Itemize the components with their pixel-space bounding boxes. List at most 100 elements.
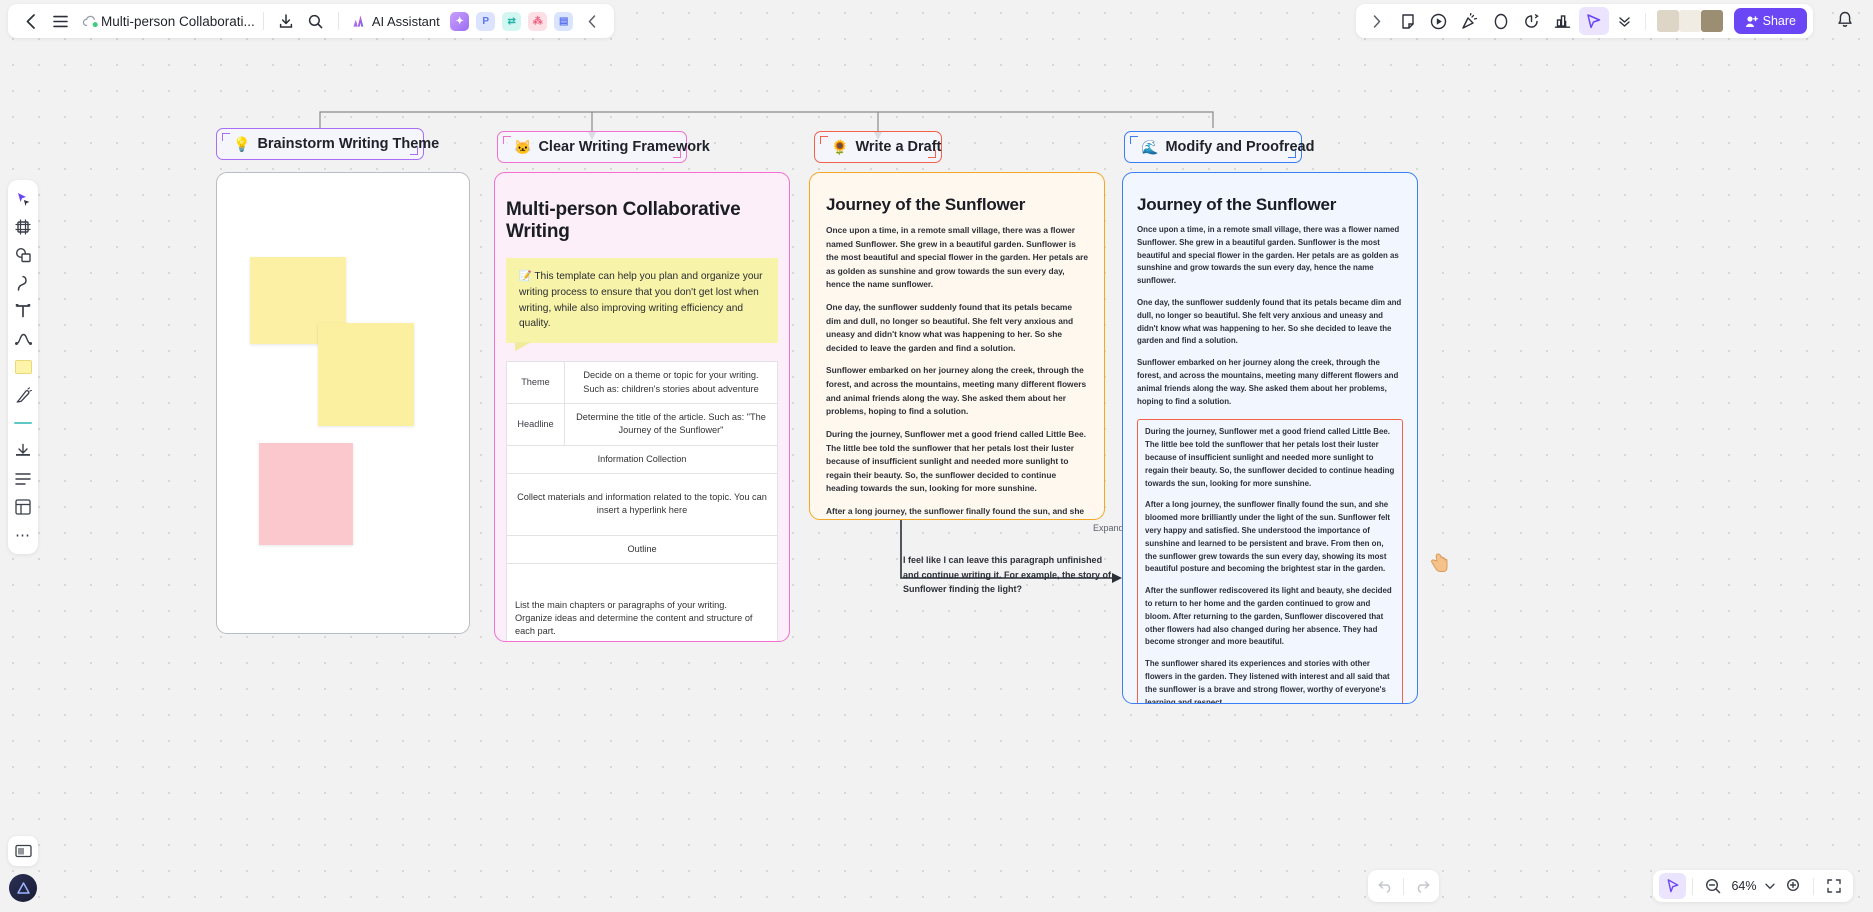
draft-document[interactable]: Journey of the Sunflower Once upon a tim…	[809, 172, 1105, 520]
fullscreen-button[interactable]	[1820, 873, 1847, 899]
proofread-document[interactable]: Journey of the Sunflower Once upon a tim…	[1122, 172, 1418, 704]
cat-emoji-icon: 🐱	[514, 138, 532, 155]
user-avatar[interactable]	[9, 874, 37, 902]
more-tools-chevron[interactable]	[1610, 7, 1640, 35]
vote-chart-tool[interactable]	[1548, 7, 1578, 35]
top-toolbar-left: Multi-person Collaborati... AI Assistant…	[8, 4, 614, 38]
article-paragraph: After the sunflower rediscovered its lig…	[1145, 586, 1392, 647]
pen-tool[interactable]	[10, 270, 36, 296]
zoom-dropdown-button[interactable]	[1762, 873, 1778, 899]
table-cell-value[interactable]: Decide on a theme or topic for your writ…	[564, 361, 778, 404]
wave-emoji-icon: 🌊	[1141, 138, 1159, 155]
writing-framework-table[interactable]: Theme Decide on a theme or topic for you…	[506, 361, 778, 641]
article-paragraph[interactable]: Sunflower embarked on her journey along …	[1137, 357, 1403, 408]
table-row[interactable]: Information Collection	[506, 444, 778, 474]
table-row[interactable]: Theme Decide on a theme or topic for you…	[506, 361, 778, 404]
template-tool[interactable]	[10, 494, 36, 520]
frame-tool[interactable]	[10, 214, 36, 240]
sticky-note-tool[interactable]	[1393, 7, 1423, 35]
highlighter-tool[interactable]	[10, 382, 36, 408]
brainstorm-board[interactable]	[216, 172, 470, 634]
corner-marker	[503, 136, 511, 144]
notification-bell-button[interactable]	[1837, 11, 1853, 33]
zoom-level-value[interactable]: 64%	[1728, 879, 1760, 893]
shapes-tool[interactable]	[10, 242, 36, 268]
cursor-pointer-tool[interactable]	[1659, 873, 1686, 899]
corner-marker	[222, 133, 230, 141]
table-tool[interactable]	[10, 410, 36, 436]
document-title[interactable]: Multi-person Collaborati...	[101, 14, 255, 29]
image-app-icon[interactable]: ✦	[450, 11, 470, 31]
shape-tool[interactable]	[1486, 7, 1516, 35]
table-cell-value[interactable]: Collect materials and information relate…	[506, 472, 778, 536]
more-tools[interactable]: ⋯	[10, 522, 36, 548]
zoom-in-button[interactable]	[1780, 873, 1807, 899]
celebrate-tool[interactable]	[1455, 7, 1485, 35]
doc-app-icon[interactable]: ▤	[554, 11, 574, 31]
corner-marker	[410, 147, 418, 155]
connector-tool[interactable]	[10, 326, 36, 352]
top-toolbar-right: Share	[1355, 4, 1813, 38]
share-button[interactable]: Share	[1733, 8, 1807, 34]
sticky-note-tool[interactable]	[10, 354, 36, 380]
article-paragraph[interactable]: Once upon a time, in a remote small vill…	[1137, 224, 1403, 288]
article-paragraph[interactable]: Sunflower embarked on her journey along …	[826, 364, 1088, 418]
inline-comment[interactable]: I feel like I can leave this paragraph u…	[903, 553, 1118, 597]
table-row[interactable]: List the main chapters or paragraphs of …	[506, 563, 778, 641]
cloud-sync-icon	[81, 12, 99, 30]
list-tool[interactable]	[10, 466, 36, 492]
article-paragraph[interactable]: After a long journey, the sunflower fina…	[826, 505, 1088, 519]
sticky-note-pink[interactable]	[259, 443, 353, 545]
table-cell-key: Theme	[506, 361, 565, 404]
sticky-note-yellow-2[interactable]	[318, 323, 414, 426]
expand-label[interactable]: Expand	[1093, 523, 1124, 533]
select-move-tool[interactable]	[10, 186, 36, 212]
timer-tool[interactable]	[1517, 7, 1547, 35]
section-header-draft[interactable]: 🌻 Write a Draft	[814, 131, 942, 163]
corner-marker	[1130, 136, 1138, 144]
article-paragraph: The sunflower shared its experiences and…	[1145, 659, 1390, 704]
mindmap-app-icon[interactable]: ⇄	[502, 11, 522, 31]
mindmap-tool[interactable]	[10, 438, 36, 464]
text-tool[interactable]	[10, 298, 36, 324]
article-paragraph[interactable]: One day, the sunflower suddenly found th…	[1137, 297, 1403, 348]
bottom-left-controls	[8, 836, 38, 902]
flowchart-app-icon[interactable]: ⁂	[528, 11, 548, 31]
laser-pointer-tool[interactable]	[1578, 7, 1609, 35]
download-button[interactable]	[272, 7, 300, 35]
table-cell-value[interactable]: Determine the title of the article. Such…	[564, 402, 778, 446]
article-paragraph[interactable]: During the journey, Sunflower met a good…	[826, 428, 1088, 496]
divider	[337, 12, 339, 30]
revised-paragraphs-block[interactable]: During the journey, Sunflower met a good…	[1137, 419, 1403, 704]
search-button[interactable]	[302, 7, 330, 35]
sunflower-emoji-icon: 🌻	[831, 138, 849, 155]
zoom-out-button[interactable]	[1699, 873, 1726, 899]
hamburger-menu-button[interactable]	[46, 7, 74, 35]
back-button[interactable]	[16, 7, 44, 35]
redo-button[interactable]	[1408, 873, 1435, 899]
person-add-icon	[1745, 15, 1758, 27]
ai-assistant-button[interactable]: AI Assistant	[347, 14, 446, 29]
article-paragraph[interactable]: Once upon a time, in a remote small vill…	[826, 224, 1088, 292]
table-row[interactable]: Headline Determine the title of the arti…	[506, 402, 778, 446]
section-header-proofread[interactable]: 🌊 Modify and Proofread	[1124, 131, 1314, 163]
expand-tools-button[interactable]	[1362, 7, 1392, 35]
undo-button[interactable]	[1372, 873, 1399, 899]
divider	[1403, 877, 1404, 895]
table-cell-value[interactable]: List the main chapters or paragraphs of …	[506, 563, 778, 641]
lightbulb-emoji-icon: 💡	[233, 135, 251, 152]
article-paragraph[interactable]: One day, the sunflower suddenly found th…	[826, 301, 1088, 355]
presentation-mode-button[interactable]	[8, 836, 38, 866]
table-icon	[14, 422, 32, 424]
table-row[interactable]: Collect materials and information relate…	[506, 472, 778, 536]
play-record-tool[interactable]	[1424, 7, 1454, 35]
table-row[interactable]: Outline	[506, 534, 778, 565]
collaborator-avatars[interactable]	[1656, 10, 1723, 32]
framework-document[interactable]: Multi-person Collaborative Writing 📝 Thi…	[494, 172, 790, 642]
presentation-app-icon[interactable]: P	[476, 11, 496, 31]
remote-collaborator-cursor	[1428, 552, 1450, 581]
collapse-apps-button[interactable]	[578, 7, 606, 35]
section-header-brainstorm[interactable]: 💡 Brainstorm Writing Theme	[216, 128, 439, 160]
section-header-framework[interactable]: 🐱 Clear Writing Framework	[497, 131, 710, 163]
article-heading: Journey of the Sunflower	[826, 195, 1026, 214]
